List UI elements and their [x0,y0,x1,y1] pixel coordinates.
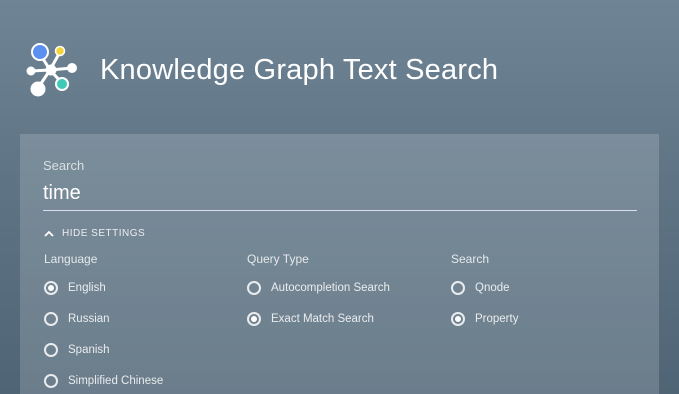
search-input[interactable] [43,176,637,211]
language-option-english[interactable]: English [44,272,163,303]
app-header: Knowledge Graph Text Search [22,40,498,100]
option-label: Qnode [475,281,510,294]
radio-icon[interactable] [44,280,58,295]
knowledge-graph-logo-icon [26,43,77,97]
option-label: Autocompletion Search [271,281,390,294]
search-target-group: Search Qnode Property [451,252,518,334]
radio-icon[interactable] [44,311,58,326]
language-label: Language [44,252,98,266]
search-panel: Search HIDE SETTINGS Language English Ru… [20,134,659,394]
radio-icon[interactable] [451,311,465,326]
hide-settings-label: HIDE SETTINGS [62,228,146,239]
option-label: Russian [68,312,110,325]
search-target-option-qnode[interactable]: Qnode [451,272,518,303]
language-group: Language English Russian Spanish Simplif… [44,252,163,394]
option-label: Spanish [68,343,110,356]
radio-icon[interactable] [44,373,58,388]
option-label: Exact Match Search [271,312,374,325]
radio-icon[interactable] [247,280,261,295]
radio-icon[interactable] [44,342,58,357]
language-option-spanish[interactable]: Spanish [44,334,163,365]
language-option-simplified-chinese[interactable]: Simplified Chinese [44,365,163,394]
search-target-option-property[interactable]: Property [451,303,518,334]
option-label: Simplified Chinese [68,374,164,387]
option-label: Property [475,312,519,325]
hide-settings-toggle[interactable]: HIDE SETTINGS [44,228,145,239]
query-type-option-autocompletion[interactable]: Autocompletion Search [247,272,390,303]
query-type-label: Query Type [247,252,309,266]
chevron-up-icon [44,230,54,237]
radio-icon[interactable] [451,280,465,295]
language-option-russian[interactable]: Russian [44,303,163,334]
page-title: Knowledge Graph Text Search [100,53,499,86]
search-label: Search [43,158,85,173]
radio-icon[interactable] [247,311,261,326]
query-type-group: Query Type Autocompletion Search Exact M… [247,252,390,334]
search-target-label: Search [451,252,490,266]
option-label: English [68,281,106,294]
query-type-option-exact-match[interactable]: Exact Match Search [247,303,390,334]
